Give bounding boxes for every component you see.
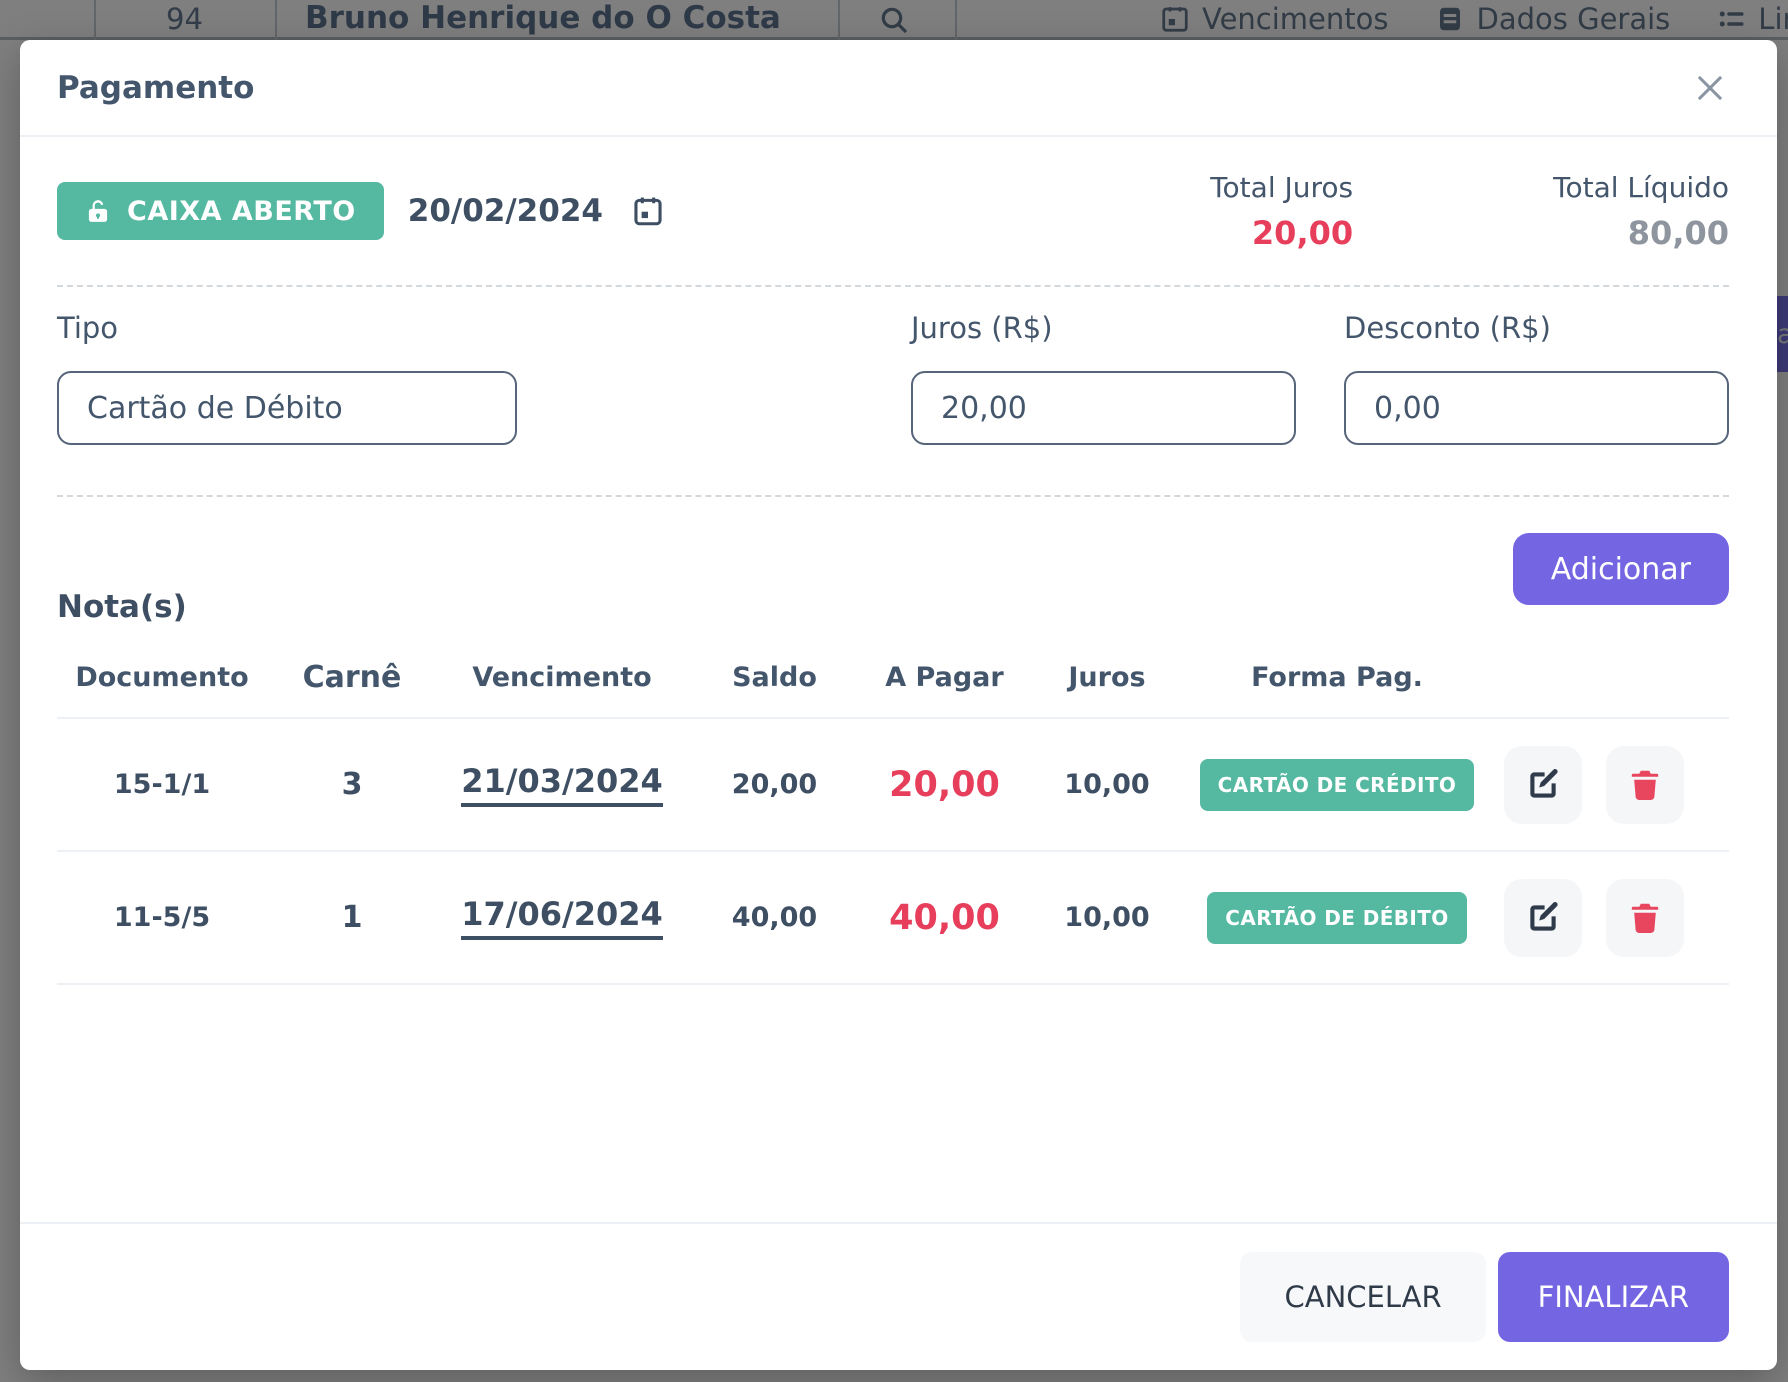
modal-body: CAIXA ABERTO 20/02/2024 Total Juros 20,0… (20, 137, 1777, 1222)
juros-input[interactable] (911, 371, 1296, 445)
summary-left: CAIXA ABERTO 20/02/2024 (57, 182, 669, 240)
total-liquido-label: Total Líquido (1553, 171, 1729, 204)
cell-juros: 10,00 (1027, 769, 1187, 800)
cell-vencimento: 21/03/2024 (437, 762, 687, 807)
payment-method-badge: CARTÃO DE DÉBITO (1207, 892, 1466, 944)
notes-table: Documento Carnê Vencimento Saldo A Pagar… (57, 637, 1729, 985)
cell-saldo: 20,00 (687, 769, 862, 800)
tipo-input[interactable] (57, 371, 517, 445)
calendar-icon (631, 194, 665, 228)
summary-row: CAIXA ABERTO 20/02/2024 Total Juros 20,0… (57, 163, 1729, 259)
page-title: Pagamento (57, 70, 254, 106)
close-icon (1691, 69, 1729, 107)
header-carne: Carnê (267, 660, 437, 695)
modal-header: Pagamento (20, 40, 1777, 137)
juros-label: Juros (R$) (911, 311, 1296, 345)
due-date-link[interactable]: 17/06/2024 (461, 895, 663, 940)
desconto-field-group: Desconto (R$) (1344, 311, 1729, 445)
finalize-button[interactable]: FINALIZAR (1498, 1252, 1729, 1342)
payment-modal: Pagamento CAIXA ABERTO 20/02/2024 (20, 40, 1777, 1370)
cell-saldo: 40,00 (687, 902, 862, 933)
notes-header: Nota(s) Adicionar (57, 533, 1729, 627)
trash-icon (1627, 900, 1663, 936)
cell-vencimento: 17/06/2024 (437, 895, 687, 940)
tipo-field-group: Tipo (57, 311, 517, 445)
delete-row-button[interactable] (1606, 879, 1684, 957)
unlock-icon (85, 198, 111, 224)
date-picker-button[interactable] (627, 190, 669, 232)
juros-field-group: Juros (R$) (911, 311, 1296, 445)
payment-method-badge: CARTÃO DE CRÉDITO (1200, 759, 1475, 811)
trash-icon (1627, 767, 1663, 803)
header-documento: Documento (57, 662, 267, 693)
row-actions (1487, 879, 1729, 957)
total-liquido-block: Total Líquido 80,00 (1553, 171, 1729, 252)
row-actions (1487, 746, 1729, 824)
table-row: 15-1/1 3 21/03/2024 20,00 20,00 10,00 CA… (57, 719, 1729, 852)
header-juros: Juros (1027, 662, 1187, 693)
dashed-divider (57, 495, 1729, 497)
desconto-input[interactable] (1344, 371, 1729, 445)
edit-icon (1524, 899, 1562, 937)
table-row: 11-5/5 1 17/06/2024 40,00 40,00 10,00 CA… (57, 852, 1729, 985)
delete-row-button[interactable] (1606, 746, 1684, 824)
cell-carne: 1 (267, 900, 437, 935)
totals: Total Juros 20,00 Total Líquido 80,00 (1210, 171, 1729, 252)
desconto-label: Desconto (R$) (1344, 311, 1729, 345)
status-badge-label: CAIXA ABERTO (127, 196, 356, 227)
total-juros-value: 20,00 (1252, 214, 1353, 252)
edit-icon (1524, 766, 1562, 804)
cell-documento: 15-1/1 (57, 769, 267, 800)
add-note-button[interactable]: Adicionar (1513, 533, 1729, 605)
cell-forma-pag: CARTÃO DE DÉBITO (1187, 892, 1487, 944)
header-saldo: Saldo (687, 662, 862, 693)
payment-date[interactable]: 20/02/2024 (408, 193, 603, 229)
notes-title: Nota(s) (57, 589, 187, 627)
cell-carne: 3 (267, 767, 437, 802)
header-a-pagar: A Pagar (862, 662, 1027, 693)
header-vencimento: Vencimento (437, 662, 687, 693)
payment-form: Tipo Juros (R$) Desconto (R$) (57, 311, 1729, 445)
table-header-row: Documento Carnê Vencimento Saldo A Pagar… (57, 637, 1729, 719)
close-button[interactable] (1685, 63, 1735, 113)
modal-footer: CANCELAR FINALIZAR (20, 1222, 1777, 1370)
header-forma-pag: Forma Pag. (1187, 662, 1487, 693)
cell-forma-pag: CARTÃO DE CRÉDITO (1187, 759, 1487, 811)
cell-juros: 10,00 (1027, 902, 1187, 933)
cell-documento: 11-5/5 (57, 902, 267, 933)
dashed-divider (57, 285, 1729, 287)
cell-a-pagar: 40,00 (862, 898, 1027, 938)
cancel-button[interactable]: CANCELAR (1240, 1252, 1485, 1342)
total-juros-block: Total Juros 20,00 (1210, 171, 1353, 252)
edit-row-button[interactable] (1504, 879, 1582, 957)
due-date-link[interactable]: 21/03/2024 (461, 762, 663, 807)
tipo-label: Tipo (57, 311, 517, 345)
cell-a-pagar: 20,00 (862, 765, 1027, 805)
total-liquido-value: 80,00 (1628, 214, 1729, 252)
total-juros-label: Total Juros (1210, 171, 1353, 204)
edit-row-button[interactable] (1504, 746, 1582, 824)
status-badge: CAIXA ABERTO (57, 182, 384, 240)
